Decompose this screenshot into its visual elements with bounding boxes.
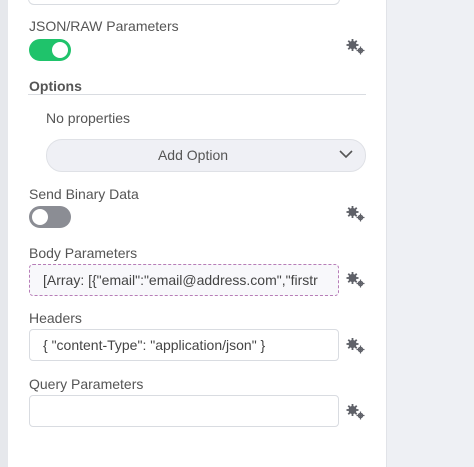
gears-icon[interactable] (345, 402, 367, 422)
body-parameters-label: Body Parameters (29, 245, 138, 261)
left-edge (0, 0, 8, 467)
gears-icon[interactable] (345, 204, 367, 224)
send-binary-label: Send Binary Data (29, 186, 139, 202)
query-parameters-label: Query Parameters (29, 376, 144, 392)
add-option-label: Add Option (157, 147, 229, 163)
headers-label: Headers (29, 310, 82, 326)
query-parameters-input[interactable] (29, 395, 339, 427)
gears-icon[interactable] (345, 37, 367, 57)
no-properties-text: No properties (46, 110, 131, 126)
toggle-knob (52, 42, 68, 58)
options-divider (28, 94, 366, 95)
add-option-dropdown[interactable]: Add Option (46, 139, 366, 172)
chevron-down-icon (339, 150, 353, 159)
json-raw-toggle[interactable] (29, 39, 71, 61)
json-raw-label: JSON/RAW Parameters (29, 18, 179, 34)
headers-value: { "content-Type": "application/json" } (43, 337, 266, 353)
body-parameters-expression-field[interactable]: [Array: [{"email":"email@address.com","f… (29, 264, 339, 296)
headers-input[interactable]: { "content-Type": "application/json" } (29, 329, 339, 361)
gears-icon[interactable] (345, 270, 367, 290)
gears-icon[interactable] (345, 336, 367, 356)
send-binary-toggle[interactable] (29, 206, 71, 228)
toggle-knob (32, 209, 48, 225)
options-title: Options (29, 78, 82, 94)
body-parameters-value: [Array: [{"email":"email@address.com","f… (43, 272, 318, 288)
previous-input-field[interactable] (28, 0, 340, 5)
